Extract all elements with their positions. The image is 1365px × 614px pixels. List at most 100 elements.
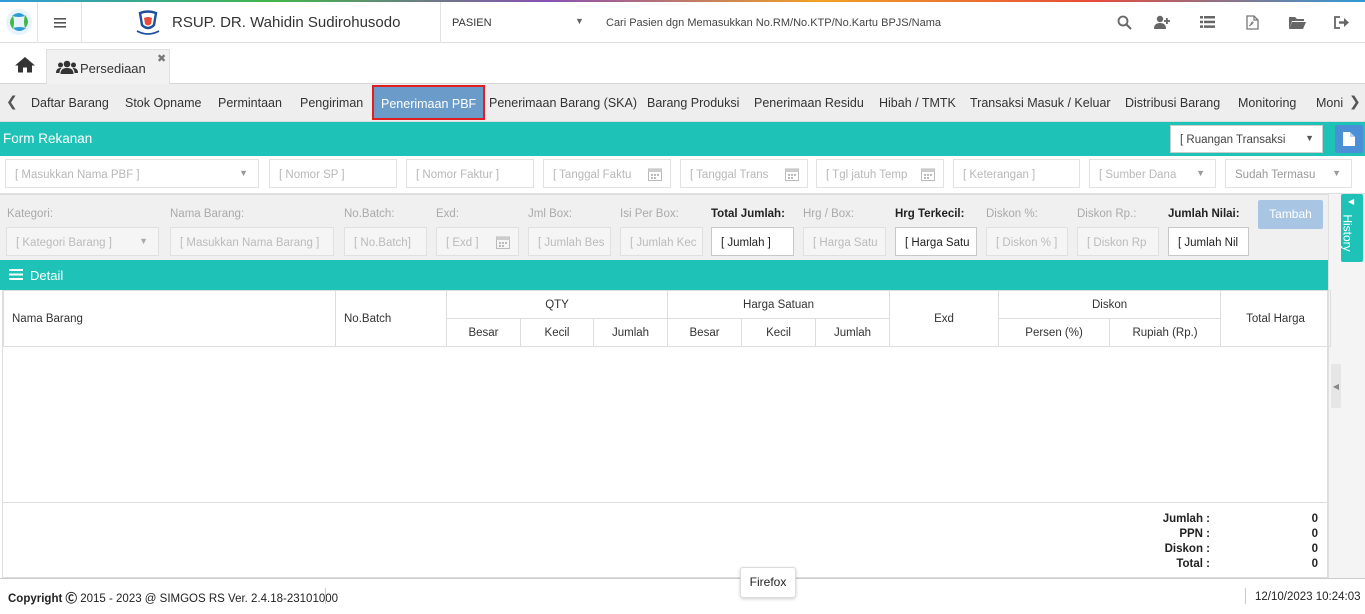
calendar-icon[interactable]	[648, 167, 662, 181]
column-header-diskon-rupiah[interactable]: Rupiah (Rp.)	[1109, 318, 1222, 347]
diskon-persen-label: Diskon %:	[986, 208, 1038, 220]
diskon-total-value: 0	[1311, 543, 1318, 555]
isi-per-box-input[interactable]: [ Jumlah Kec	[620, 227, 703, 256]
tanggal-faktur-placeholder: [ Tanggal Faktu	[553, 169, 632, 181]
menu-item-hibah-tmtk[interactable]: Hibah / TMTK	[879, 96, 956, 110]
menu-item-barang-produksi[interactable]: Barang Produksi	[647, 96, 739, 110]
hospital-brand: RSUP. DR. Wahidin Sudirohusodo	[82, 2, 441, 43]
close-icon[interactable]: ✖	[157, 52, 166, 65]
calendar-icon[interactable]	[921, 167, 935, 181]
pdf-file-icon[interactable]	[1243, 13, 1261, 31]
jml-box-input[interactable]: [ Jumlah Bes	[528, 227, 611, 256]
column-header-exd[interactable]: Exd	[889, 290, 1000, 347]
caret-left-icon: ◀	[1348, 197, 1355, 206]
column-header-harga-jumlah[interactable]: Jumlah	[815, 318, 891, 347]
list-lines-icon	[9, 269, 23, 280]
app-logo[interactable]	[0, 2, 38, 43]
caret-down-icon: ▼	[1305, 133, 1314, 143]
patient-search-input[interactable]: Cari Pasien dgn Memasukkan No.RM/No.KTP/…	[606, 17, 941, 29]
exd-input[interactable]: [ Exd ]	[436, 227, 519, 256]
kategori-select[interactable]: [ Kategori Barang ] ▼	[6, 227, 159, 256]
sudah-termasuk-select[interactable]: Sudah Termasu ▼	[1225, 159, 1352, 188]
ruangan-transaksi-select[interactable]: [ Ruangan Transaksi ▼	[1170, 125, 1323, 153]
folder-open-icon[interactable]	[1288, 13, 1306, 31]
total-jumlah-label: Jumlah :	[1162, 513, 1210, 525]
add-user-icon[interactable]	[1153, 13, 1171, 31]
tab-persediaan[interactable]: Persediaan ✖	[46, 49, 170, 84]
history-tab[interactable]: ◀ History	[1341, 194, 1363, 262]
kategori-label: Kategori:	[7, 208, 54, 220]
caret-down-icon: ▼	[139, 236, 148, 246]
menu-item-transaksi-masuk-keluar[interactable]: Transaksi Masuk / Keluar	[970, 96, 1111, 110]
menu-item-penerimaan-pbf[interactable]: Penerimaan PBF	[372, 85, 486, 120]
column-header-nama-barang[interactable]: Nama Barang	[3, 290, 336, 347]
total-jumlah-input[interactable]: [ Jumlah ]	[711, 227, 794, 256]
document-icon	[1343, 132, 1355, 146]
nomor-sp-input[interactable]: [ Nomor SP ]	[269, 159, 397, 188]
menu-item-distribusi-barang[interactable]: Distribusi Barang	[1125, 96, 1220, 110]
menu-item-stok-opname[interactable]: Stok Opname	[125, 96, 201, 110]
menu-item-pengiriman[interactable]: Pengiriman	[300, 96, 363, 110]
menu-item-monitoring[interactable]: Monitoring	[1238, 96, 1296, 110]
column-header-no-batch[interactable]: No.Batch	[335, 290, 447, 347]
menu-item-penerimaan-barang-ska[interactable]: Penerimaan Barang (SKA)	[489, 96, 637, 110]
home-icon[interactable]	[14, 56, 36, 76]
list-icon[interactable]	[1198, 13, 1216, 31]
hamburger-icon	[53, 17, 66, 28]
jumlah-nilai-label: Jumlah Nilai:	[1168, 208, 1240, 220]
jumlah-nilai-input[interactable]: [ Jumlah Nil	[1168, 227, 1249, 256]
diskon-rp-input[interactable]: [ Diskon Rp	[1077, 227, 1159, 256]
nomor-faktur-input[interactable]: [ Nomor Faktur ]	[406, 159, 534, 188]
column-header-total-harga[interactable]: Total Harga	[1220, 290, 1332, 347]
tanggal-faktur-input[interactable]: [ Tanggal Faktu	[543, 159, 671, 188]
no-batch-placeholder: [ No.Batch]	[354, 237, 411, 249]
column-header-qty: QTY	[445, 290, 669, 319]
no-batch-label: No.Batch:	[344, 208, 395, 220]
caret-down-icon: ▼	[1196, 168, 1205, 178]
rekanan-filter-row: [ Masukkan Nama PBF ] ▼ [ Nomor SP ] [ No…	[0, 156, 1365, 194]
patient-type-select[interactable]: PASIEN ▼	[441, 2, 594, 43]
tambah-button[interactable]: Tambah	[1258, 200, 1323, 229]
total-jumlah-label: Total Jumlah:	[711, 208, 785, 220]
calendar-icon[interactable]	[496, 235, 510, 249]
panel-collapse-handle[interactable]: ◀	[1331, 364, 1341, 408]
sign-out-icon[interactable]	[1333, 13, 1351, 31]
new-document-button[interactable]	[1335, 125, 1363, 153]
column-header-harga-kecil[interactable]: Kecil	[741, 318, 817, 347]
hrg-terkecil-input[interactable]: [ Harga Satu	[895, 227, 977, 256]
column-header-qty-besar[interactable]: Besar	[446, 318, 521, 347]
menu-item-monitoring-2[interactable]: Moni	[1316, 96, 1344, 110]
column-header-harga-besar[interactable]: Besar	[667, 318, 743, 347]
calendar-icon[interactable]	[785, 167, 799, 181]
pbf-select[interactable]: [ Masukkan Nama PBF ] ▼	[5, 159, 259, 188]
jml-box-label: Jml Box:	[528, 208, 573, 220]
menu-item-permintaan[interactable]: Permintaan	[218, 96, 282, 110]
column-header-qty-jumlah[interactable]: Jumlah	[592, 318, 669, 347]
scroll-left-icon[interactable]: ❮	[6, 93, 18, 110]
column-header-diskon-persen[interactable]: Persen (%)	[998, 318, 1111, 347]
diskon-persen-input[interactable]: [ Diskon % ]	[986, 227, 1068, 256]
grand-total-label: Total :	[1176, 558, 1210, 570]
nama-barang-input[interactable]: [ Masukkan Nama Barang ]	[170, 227, 334, 256]
menu-item-penerimaan-residu[interactable]: Penerimaan Residu	[754, 96, 864, 110]
diskon-persen-placeholder: [ Diskon % ]	[996, 237, 1058, 249]
hrg-terkecil-placeholder: [ Harga Satu	[905, 237, 970, 249]
hrg-box-input[interactable]: [ Harga Satu	[803, 227, 886, 256]
tanggal-transaksi-input[interactable]: [ Tanggal Trans	[680, 159, 808, 188]
no-batch-input[interactable]: [ No.Batch]	[344, 227, 427, 256]
menu-item-daftar-barang[interactable]: Daftar Barang	[31, 96, 109, 110]
copyright-text: Copyright Ⓒ 2015 - 2023 @ SIMGOS RS Ver.…	[8, 590, 338, 606]
column-header-qty-kecil[interactable]: Kecil	[520, 318, 594, 347]
keterangan-input[interactable]: [ Keterangan ]	[953, 159, 1080, 188]
caret-down-icon: ▼	[239, 168, 248, 178]
scroll-right-icon[interactable]: ❯	[1349, 93, 1361, 110]
sumber-dana-select[interactable]: [ Sumber Dana ▼	[1089, 159, 1216, 188]
search-icon[interactable]	[1115, 13, 1133, 31]
item-entry-row: Kategori: Nama Barang: No.Batch: Exd: Jm…	[0, 194, 1328, 260]
hospital-logo-icon	[136, 10, 160, 35]
detail-title: Detail	[30, 268, 64, 283]
tgl-jatuh-tempo-placeholder: [ Tgl jatuh Temp	[826, 169, 908, 181]
app-header: RSUP. DR. Wahidin Sudirohusodo PASIEN ▼ …	[0, 2, 1365, 43]
tgl-jatuh-tempo-input[interactable]: [ Tgl jatuh Temp	[816, 159, 944, 188]
hamburger-menu-button[interactable]	[38, 2, 82, 43]
